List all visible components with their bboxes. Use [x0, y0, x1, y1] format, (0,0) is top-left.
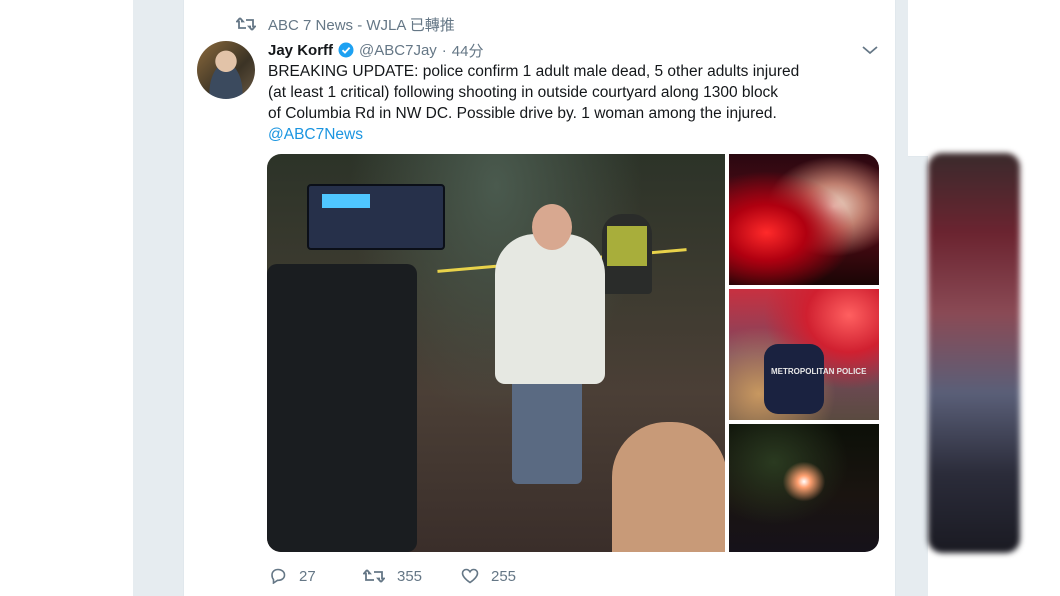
avatar[interactable] [197, 41, 255, 99]
reply-count: 27 [299, 567, 316, 585]
camera-screen [322, 194, 370, 208]
separator-dot: · [441, 41, 447, 59]
retweet-button[interactable]: 355 [363, 568, 461, 585]
media-grid: METROPOLITAN POLICE [267, 154, 879, 552]
tweet-actions: 27 355 255 [269, 565, 516, 587]
reflective-vest [607, 226, 647, 266]
timestamp[interactable]: 44分 [452, 40, 484, 61]
photo-night-street[interactable] [729, 424, 879, 552]
tweet-text-line: of Columbia Rd in NW DC. Possible drive … [268, 105, 777, 122]
photo-ambulance[interactable] [729, 154, 879, 285]
tv-camera [267, 264, 417, 552]
user-handle[interactable]: @ABC7Jay [359, 42, 437, 59]
mention-link[interactable]: @ABC7News [268, 126, 363, 143]
speaker-head [532, 204, 572, 250]
like-count: 255 [491, 567, 517, 585]
photo-press-conference[interactable] [267, 154, 725, 552]
reporter-head [612, 422, 725, 552]
reply-icon [269, 568, 287, 584]
retweet-context-text[interactable]: ABC 7 News - WJLA 已轉推 [268, 14, 455, 35]
tweet-header: Jay Korff @ABC7Jay · 44分 [268, 40, 483, 60]
reply-button[interactable]: 27 [269, 568, 363, 585]
display-name[interactable]: Jay Korff [268, 42, 333, 59]
blurred-side-image [928, 153, 1020, 553]
retweet-icon [236, 16, 256, 32]
tweet-text: BREAKING UPDATE: police confirm 1 adult … [268, 61, 880, 145]
retweet-context: ABC 7 News - WJLA 已轉推 [236, 14, 455, 34]
retweet-action-icon [363, 568, 385, 584]
verified-icon [338, 42, 354, 58]
photo-police-officer[interactable]: METROPOLITAN POLICE [729, 289, 879, 420]
tweet-text-line: (at least 1 critical) following shooting… [268, 84, 779, 101]
tweet-text-line: BREAKING UPDATE: police confirm 1 adult … [268, 63, 800, 80]
police-vest-label: METROPOLITAN POLICE [771, 367, 867, 376]
police-vest [764, 344, 824, 414]
heart-icon [461, 568, 479, 584]
like-button[interactable]: 255 [461, 568, 516, 585]
side-panel [908, 0, 928, 157]
speaker-figure [495, 234, 605, 384]
chevron-down-icon[interactable] [860, 42, 880, 58]
retweet-count: 355 [397, 567, 423, 585]
